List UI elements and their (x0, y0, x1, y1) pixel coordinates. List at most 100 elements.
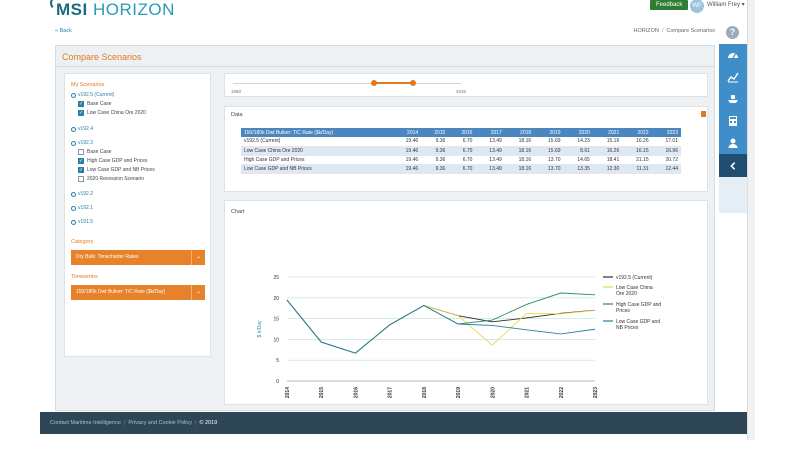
scenario-checkbox-item[interactable]: Base Case (78, 149, 111, 155)
row-label-cell: High Case GDP and Prices (241, 155, 392, 165)
scenario-checkbox-item[interactable]: Base Case (78, 101, 111, 107)
scenario-checkbox-item[interactable]: Low Case GDP and NB Prices (78, 167, 155, 173)
x-tick-label: 2022 (559, 387, 565, 398)
y-tick-label: 25 (273, 275, 279, 281)
gear-icon (71, 140, 76, 146)
x-tick-label: 2020 (490, 387, 496, 398)
scenario-group-v192-1[interactable]: v192.1 (71, 205, 93, 211)
category-select[interactable]: Dry Bulk: Timecharter Rates ⌄ (71, 250, 205, 265)
value-cell: 9.36 (421, 164, 449, 174)
scenario-group-label: v192.2 (78, 191, 94, 197)
chart-panel: Chart 0 5 10 15 20 25 $ k/Day 2014 2015 2016 2017 20… (224, 200, 708, 405)
value-cell: 18.16 (504, 155, 535, 165)
scenario-group-label: v192.3 (78, 140, 94, 146)
x-tick-label: 2023 (593, 387, 599, 398)
checkbox[interactable] (78, 110, 84, 116)
data-panel-title: Data (231, 112, 243, 118)
page-scrollbar[interactable] (747, 0, 755, 440)
scenario-group-v192-5[interactable]: v192.5 (Current) (71, 92, 114, 98)
top-bar: MSI HORIZON Feedback WF William Frey ▾ (0, 0, 800, 26)
slider-max-label: 2035 (456, 89, 467, 94)
table-row: v192.5 (Current) 19.46 9.36 6.70 13.49 18.16 1… (241, 137, 681, 147)
help-icon[interactable]: ? (726, 26, 739, 39)
scenario-group-v191-5[interactable]: v191.5 (71, 219, 93, 225)
scenario-group-v192-3[interactable]: v192.3 (71, 140, 93, 146)
user-icon[interactable] (719, 132, 747, 154)
checkbox[interactable] (78, 158, 84, 164)
breadcrumb-home[interactable]: HORIZON (633, 28, 658, 34)
compare-scenarios-card: Compare Scenarios My Scenarios v192.5 (C… (55, 45, 715, 411)
dashboard-icon[interactable] (719, 44, 747, 66)
value-cell: 6.70 (448, 155, 476, 165)
gear-icon (71, 126, 76, 132)
value-cell: 16.26 (592, 146, 623, 156)
value-cell: 12.44 (651, 164, 681, 174)
checkbox-label: High Case GDP and Prices (87, 158, 148, 164)
chevron-down-icon: ⌄ (191, 285, 205, 300)
checkbox-label: Low Case China Ore 2020 (87, 110, 146, 116)
scenario-group-v192-4[interactable]: v192.4 (71, 126, 93, 132)
ship-icon[interactable] (719, 88, 747, 110)
export-icon[interactable] (701, 111, 706, 117)
y-tick-label: 20 (273, 296, 279, 302)
x-tick-label: 2021 (525, 387, 531, 398)
checkbox[interactable] (78, 167, 84, 173)
x-tick-label: 2014 (285, 387, 291, 398)
chart-title: Chart (231, 209, 245, 215)
back-link[interactable]: « Back (55, 28, 72, 34)
calculator-icon[interactable] (719, 110, 747, 132)
column-header: 2019 (534, 128, 564, 137)
slider-start-handle[interactable] (371, 80, 377, 86)
value-cell: 13.49 (475, 137, 505, 147)
value-cell: 13.35 (563, 164, 593, 174)
chart-icon[interactable] (719, 66, 747, 88)
scenario-group-label: v192.5 (Current) (78, 92, 115, 98)
column-header: 2022 (622, 128, 652, 137)
column-header: 150/180k Dwt Bulker: T/C Rate ($k/Day) (241, 128, 392, 137)
avatar[interactable]: WF (690, 0, 704, 13)
checkbox-label: Base Case (87, 149, 112, 155)
checkbox-label: Base Case (87, 101, 112, 107)
value-cell: 6.70 (448, 146, 476, 156)
slider-min-label: 1980 (231, 89, 242, 94)
gear-icon (71, 92, 76, 98)
scenario-group-v192-2[interactable]: v192.2 (71, 191, 93, 197)
checkbox[interactable] (78, 176, 84, 182)
checkbox[interactable] (78, 149, 84, 155)
scenario-checkbox-item[interactable]: High Case GDP and Prices (78, 158, 148, 164)
row-label-cell: Low Case GDP and NB Prices (241, 164, 392, 174)
scenario-panel: My Scenarios v192.5 (Current) Base Case … (64, 73, 211, 357)
column-header: 2015 (421, 128, 449, 137)
x-tick-label: 2019 (456, 387, 462, 398)
series-line (286, 299, 596, 354)
row-label-cell: v192.5 (Current) (241, 137, 392, 147)
timeseries-heading: Timeseries (71, 274, 98, 280)
value-cell: 18.16 (504, 146, 535, 156)
user-menu[interactable]: William Frey ▾ (707, 1, 745, 8)
scenario-checkbox-item[interactable]: 2020 Recession Scenario (78, 176, 144, 182)
slider-selected-range (374, 82, 413, 84)
chevron-down-icon: ⌄ (191, 250, 205, 265)
slider-end-handle[interactable] (410, 80, 416, 86)
value-cell: 9.36 (421, 155, 449, 165)
value-cell: 19.46 (391, 146, 422, 156)
slider-track[interactable] (233, 83, 461, 84)
footer-privacy-link[interactable]: Privacy and Cookie Policy (128, 420, 192, 426)
feedback-button[interactable]: Feedback (650, 0, 689, 10)
value-cell: 18.16 (504, 137, 535, 147)
row-label-cell: Low Case China Ore 2020 (241, 146, 392, 156)
scenario-checkbox-item[interactable]: Low Case China Ore 2020 (78, 110, 146, 116)
column-header: 2018 (504, 128, 535, 137)
collapse-icon[interactable] (719, 154, 747, 177)
breadcrumb: HORIZON / Compare Scenarios (633, 28, 715, 34)
logo-text-horizon: HORIZON (92, 0, 175, 19)
app-logo[interactable]: MSI HORIZON (50, 0, 175, 20)
footer-contact-link[interactable]: Contact Maritime Intelligence (50, 420, 121, 426)
value-cell: 6.70 (448, 164, 476, 174)
checkbox[interactable] (78, 101, 84, 107)
value-cell: 19.46 (391, 155, 422, 165)
value-cell: 17.01 (651, 137, 681, 147)
scenario-group-label: v191.5 (78, 219, 94, 225)
timeseries-select[interactable]: 150/180k Dwt Bulker: T/C Rate ($k/Day) ⌄ (71, 285, 205, 300)
data-panel: Data 150/180k Dwt Bulker: T/C Rate ($k/D… (224, 106, 708, 192)
